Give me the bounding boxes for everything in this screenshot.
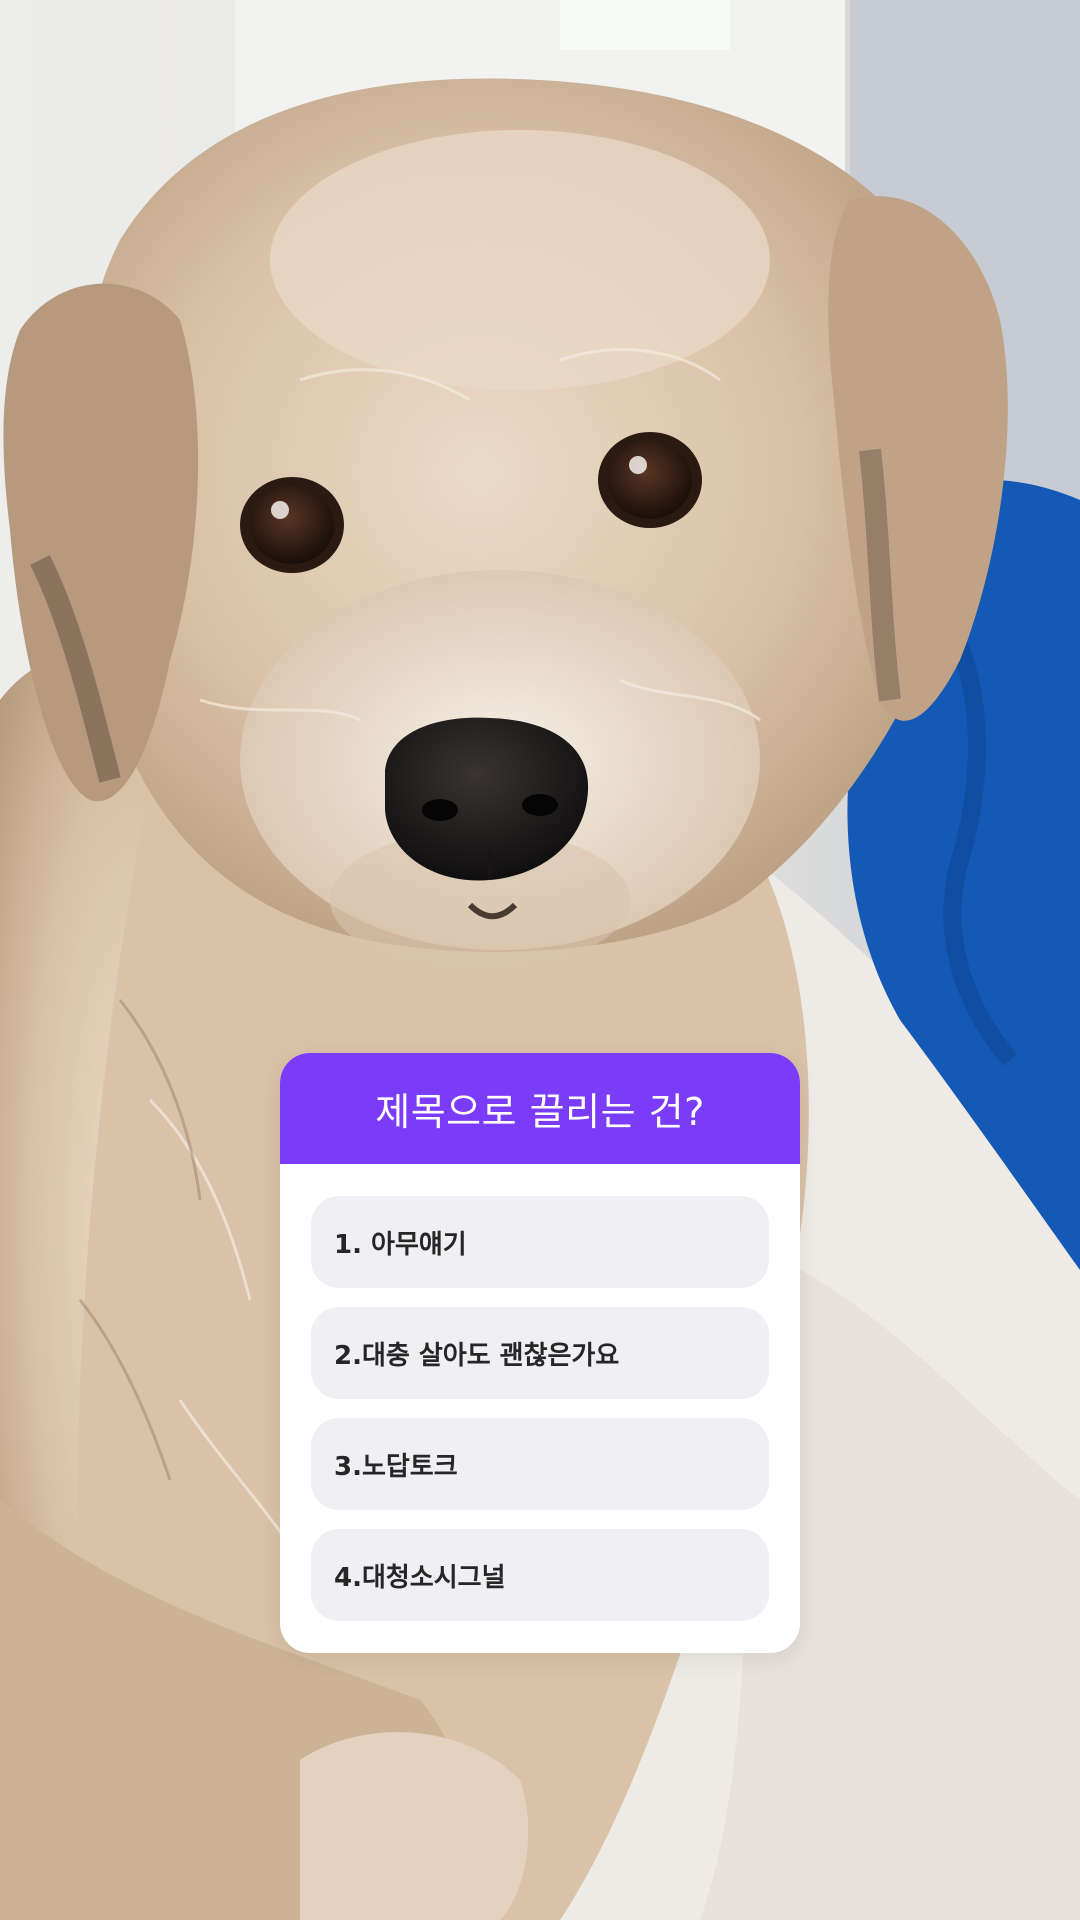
quiz-option-label: 4.대청소시그널	[334, 1562, 506, 1593]
quiz-sticker: 제목으로 끌리는 건? 1. 아무얘기 2.대충 살아도 괜찮은가요 3.노답토…	[280, 1053, 800, 1653]
quiz-options: 1. 아무얘기 2.대충 살아도 괜찮은가요 3.노답토크 4.대청소시그널	[280, 1164, 800, 1621]
story-screen: 제목으로 끌리는 건? 1. 아무얘기 2.대충 살아도 괜찮은가요 3.노답토…	[0, 0, 1080, 1920]
quiz-option-2[interactable]: 2.대충 살아도 괜찮은가요	[311, 1307, 769, 1399]
quiz-option-label: 1. 아무얘기	[334, 1229, 467, 1260]
quiz-option-label: 3.노답토크	[334, 1451, 458, 1482]
quiz-title: 제목으로 끌리는 건?	[375, 1090, 705, 1134]
quiz-option-label: 2.대충 살아도 괜찮은가요	[334, 1340, 620, 1371]
quiz-option-3[interactable]: 3.노답토크	[311, 1418, 769, 1510]
quiz-option-1[interactable]: 1. 아무얘기	[311, 1196, 769, 1288]
quiz-option-4[interactable]: 4.대청소시그널	[311, 1529, 769, 1621]
quiz-header: 제목으로 끌리는 건?	[280, 1053, 800, 1164]
